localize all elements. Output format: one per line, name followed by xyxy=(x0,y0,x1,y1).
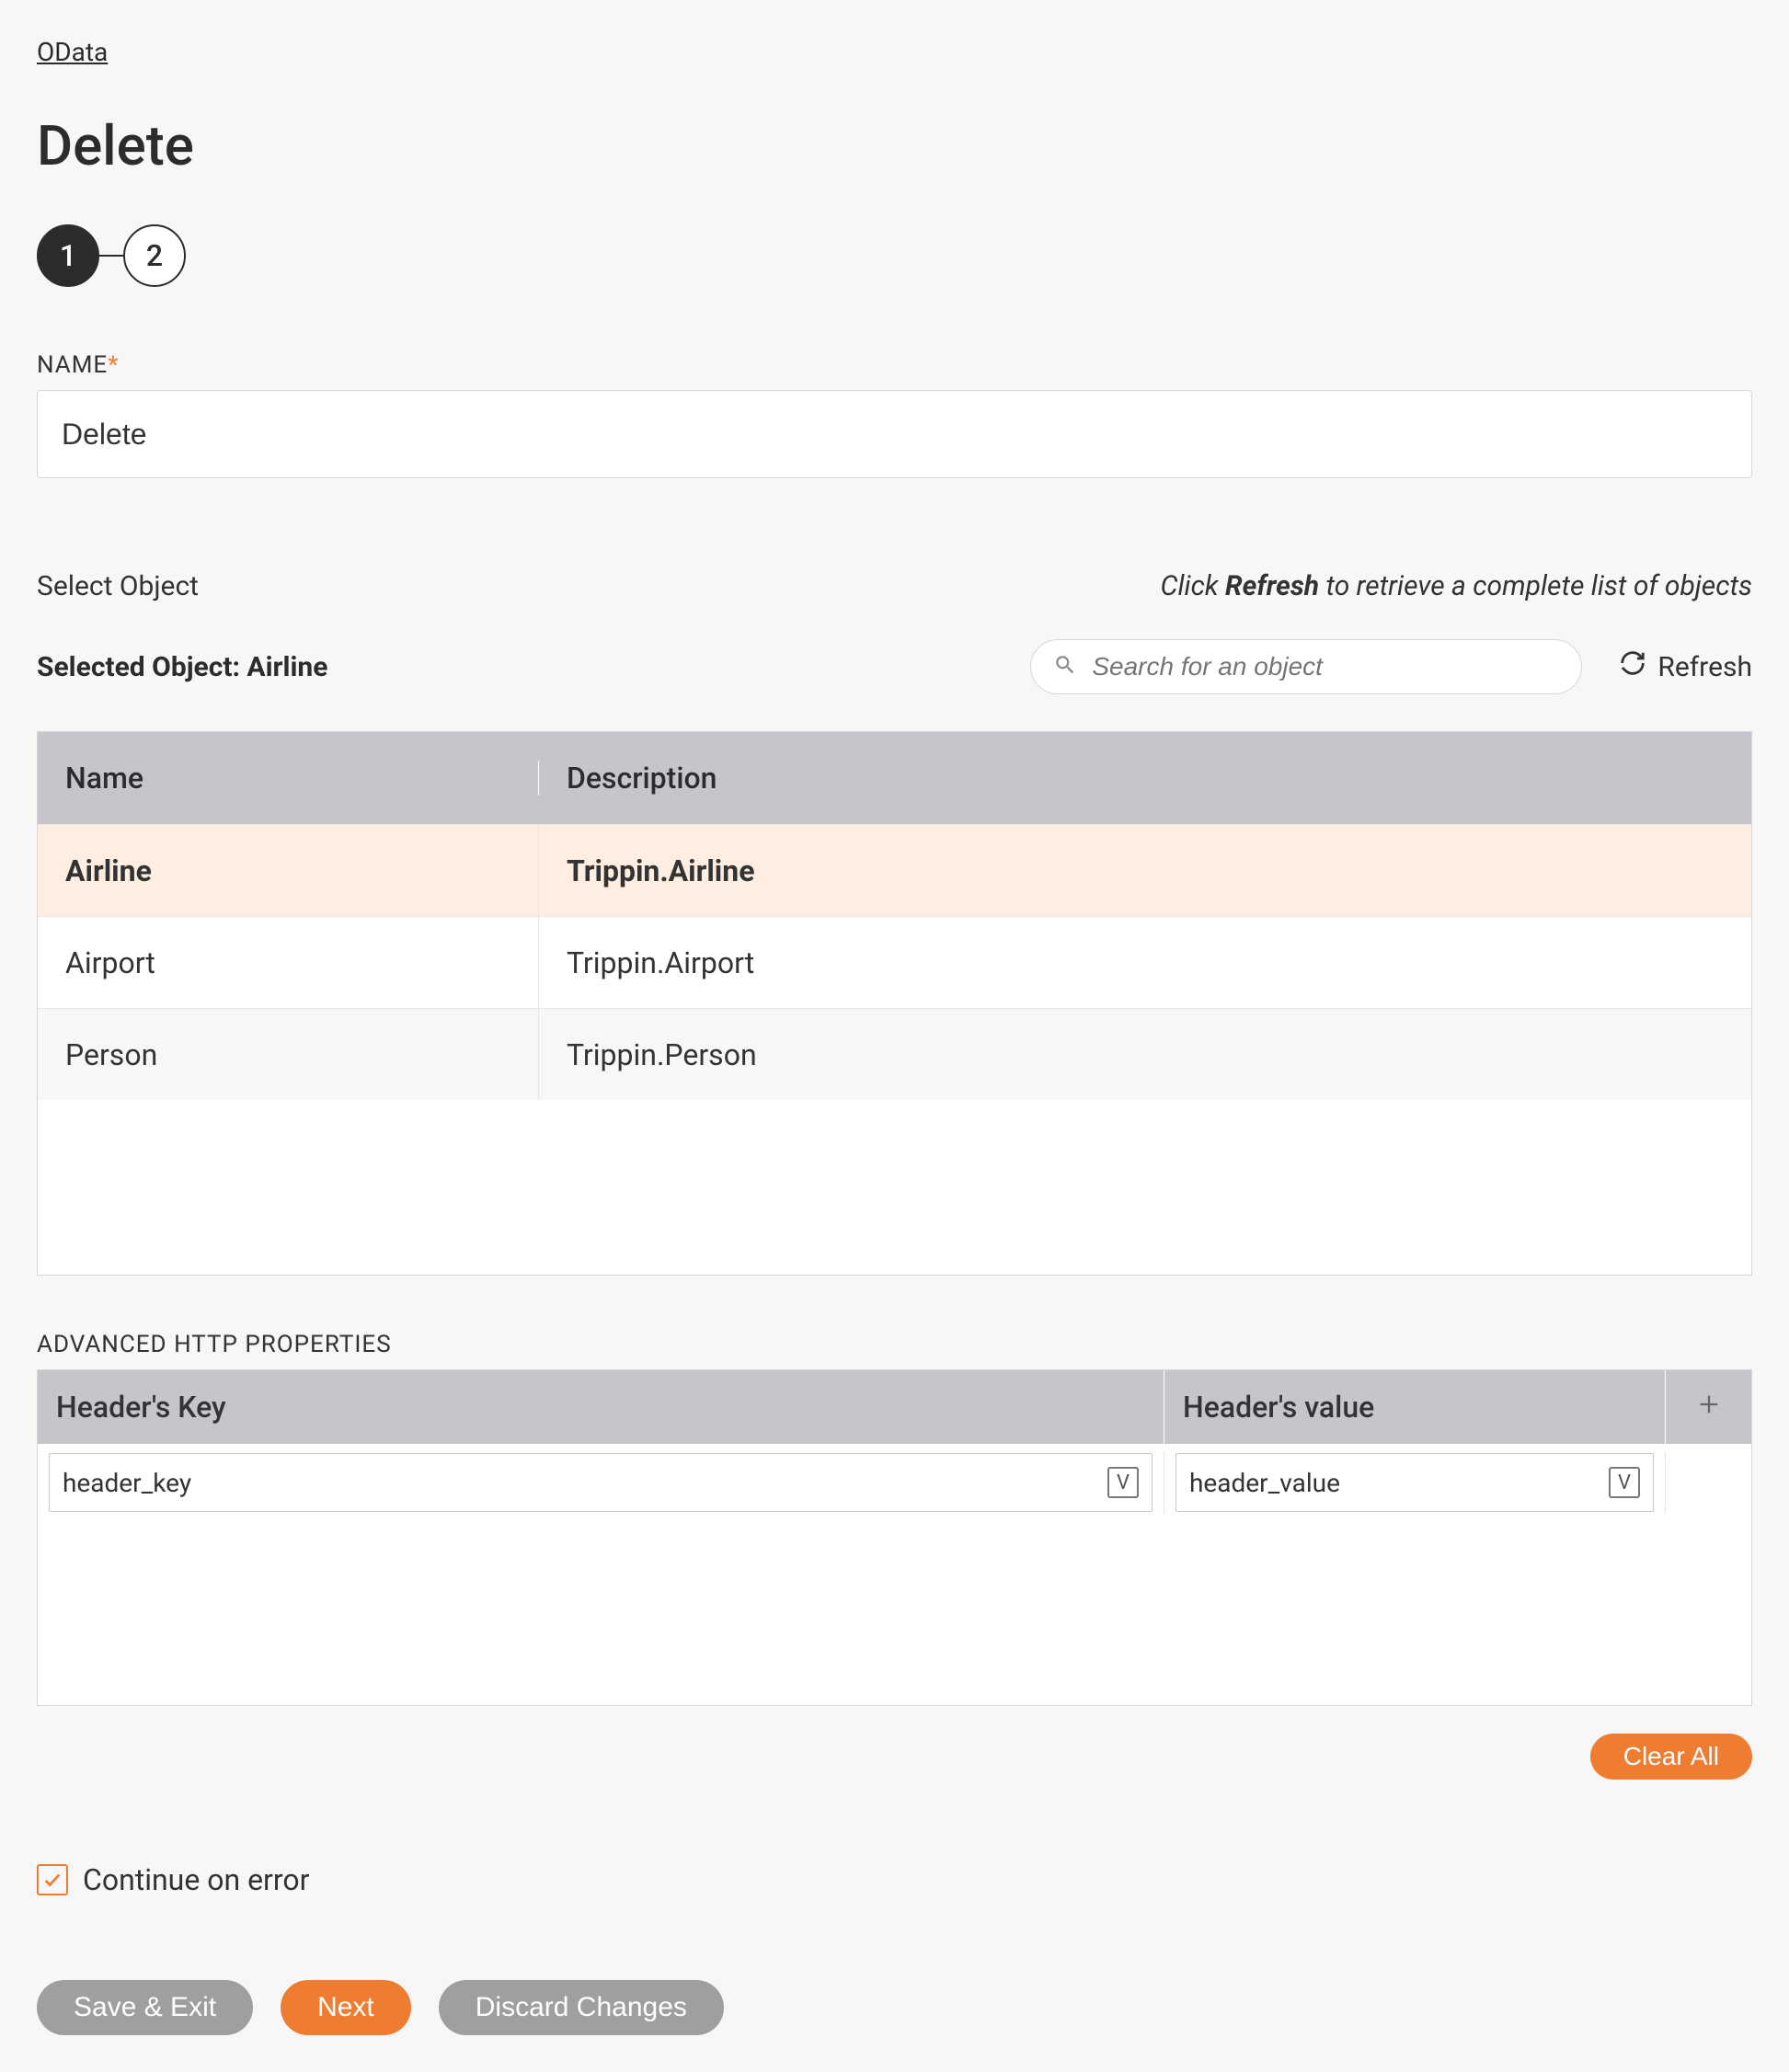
clear-all-button[interactable]: Clear All xyxy=(1590,1734,1752,1780)
search-icon xyxy=(1053,653,1077,681)
name-label: NAME* xyxy=(37,351,1752,379)
check-icon xyxy=(42,1862,63,1897)
save-exit-button[interactable]: Save & Exit xyxy=(37,1980,253,2035)
name-input[interactable] xyxy=(37,390,1752,478)
table-row[interactable]: Person Trippin.Person xyxy=(38,1008,1751,1100)
page-title: Delete xyxy=(37,113,1752,178)
advanced-table: Header's Key Header's value header_key V xyxy=(37,1369,1752,1706)
search-input[interactable] xyxy=(1092,652,1559,681)
object-table: Name Description Airline Trippin.Airline… xyxy=(37,731,1752,1276)
add-header-button[interactable] xyxy=(1666,1370,1751,1444)
next-button[interactable]: Next xyxy=(281,1980,411,2035)
refresh-icon xyxy=(1619,649,1646,684)
variable-icon[interactable]: V xyxy=(1107,1467,1139,1498)
col-header-name: Name xyxy=(38,761,539,796)
col-header-desc: Description xyxy=(539,761,1751,796)
plus-icon xyxy=(1696,1390,1722,1425)
table-row[interactable]: Airline Trippin.Airline xyxy=(38,824,1751,916)
col-header-key: Header's Key xyxy=(38,1370,1164,1444)
selected-object: Selected Object: Airline xyxy=(37,651,327,683)
step-2[interactable]: 2 xyxy=(123,224,186,287)
refresh-button[interactable]: Refresh xyxy=(1619,649,1752,684)
select-object-label: Select Object xyxy=(37,570,199,602)
stepper: 1 2 xyxy=(37,224,1752,287)
header-value-input[interactable]: header_value V xyxy=(1175,1453,1654,1512)
advanced-label: ADVANCED HTTP PROPERTIES xyxy=(37,1331,1752,1358)
discard-button[interactable]: Discard Changes xyxy=(439,1980,724,2035)
step-connector xyxy=(99,255,123,257)
search-box[interactable] xyxy=(1030,639,1582,694)
step-1[interactable]: 1 xyxy=(37,224,99,287)
variable-icon[interactable]: V xyxy=(1609,1467,1640,1498)
refresh-hint: Click Refresh to retrieve a complete lis… xyxy=(1161,570,1752,602)
header-key-input[interactable]: header_key V xyxy=(49,1453,1153,1512)
col-header-value: Header's value xyxy=(1164,1370,1666,1444)
continue-on-error-label: Continue on error xyxy=(83,1862,310,1897)
table-row[interactable]: Airport Trippin.Airport xyxy=(38,916,1751,1008)
breadcrumb-odata[interactable]: OData xyxy=(37,37,108,67)
continue-on-error-checkbox[interactable] xyxy=(37,1864,68,1895)
